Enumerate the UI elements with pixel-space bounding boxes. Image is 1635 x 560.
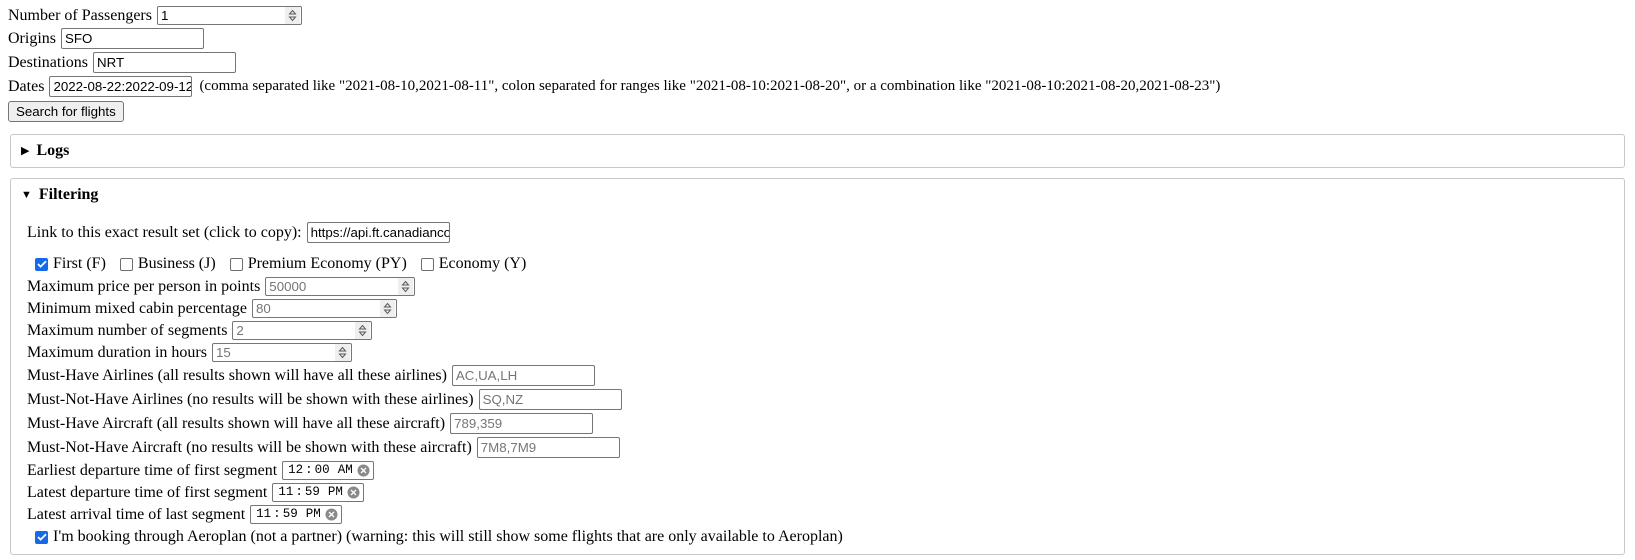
must-have-airlines-input[interactable]: AC,UA,LH <box>451 365 595 386</box>
must-have-aircraft-row: Must-Have Aircraft (all results shown wi… <box>27 413 1612 434</box>
max-duration-row: Maximum duration in hours 15 <box>27 343 1612 362</box>
cabin-label-premium-economy: Premium Economy (PY) <box>247 255 407 272</box>
clear-time-icon[interactable] <box>325 508 338 521</box>
cabin-label-first: First (F) <box>53 255 106 272</box>
latest-arrival-row: Latest arrival time of last segment 11 :… <box>27 505 1612 524</box>
passengers-stepper[interactable]: 1 <box>156 6 302 25</box>
must-have-aircraft-label: Must-Have Aircraft (all results shown wi… <box>27 414 446 432</box>
cabin-checkbox-premium-economy[interactable] <box>229 257 243 271</box>
cabin-label-economy: Economy (Y) <box>438 255 527 272</box>
origins-input[interactable]: SFO <box>61 28 204 49</box>
latest-departure-time-input[interactable]: 11 : 59 PM <box>272 483 364 502</box>
max-segments-input[interactable]: 2 <box>233 322 355 339</box>
filtering-panel-body: Link to this exact result set (click to … <box>11 208 1624 554</box>
minute-segment[interactable]: 00 <box>315 464 330 477</box>
origins-label: Origins <box>8 29 56 47</box>
max-duration-input[interactable]: 15 <box>213 344 335 361</box>
result-link-input[interactable]: https://api.ft.canadianco <box>306 222 450 243</box>
latest-arrival-label: Latest arrival time of last segment <box>27 505 246 523</box>
cabin-checkbox-economy[interactable] <box>420 257 434 271</box>
ampm-segment[interactable]: PM <box>306 508 321 521</box>
passengers-row: Number of Passengers 1 <box>8 6 1627 25</box>
filtering-panel: ▼ Filtering Link to this exact result se… <box>10 178 1625 555</box>
time-colon: : <box>295 485 303 500</box>
aeroplan-checkbox[interactable] <box>35 530 48 544</box>
aeroplan-row: I'm booking through Aeroplan (not a part… <box>35 528 1612 546</box>
cabin-checkbox-business[interactable] <box>119 257 133 271</box>
spinner-arrows-icon[interactable] <box>379 300 395 317</box>
filtering-panel-header[interactable]: ▼ Filtering <box>11 179 1624 208</box>
logs-panel-title: Logs <box>36 142 70 159</box>
spinner-arrows-icon[interactable] <box>284 7 300 24</box>
search-form: Number of Passengers 1 Origins SFO Desti… <box>8 6 1627 122</box>
must-not-have-airlines-label: Must-Not-Have Airlines (no results will … <box>27 390 474 408</box>
result-link-row: Link to this exact result set (click to … <box>27 222 1612 243</box>
ampm-segment[interactable]: AM <box>338 464 353 477</box>
dates-label: Dates <box>8 77 45 95</box>
chevron-right-icon[interactable]: ▶ <box>21 145 29 157</box>
must-not-have-aircraft-row: Must-Not-Have Aircraft (no results will … <box>27 437 1612 458</box>
max-price-input[interactable]: 50000 <box>266 278 398 295</box>
cabin-checkbox-first[interactable] <box>35 257 48 271</box>
max-price-row: Maximum price per person in points 50000 <box>27 277 1612 296</box>
minute-segment[interactable]: 59 <box>305 486 320 499</box>
latest-arrival-time-input[interactable]: 11 : 59 PM <box>250 505 342 524</box>
max-duration-label: Maximum duration in hours <box>27 343 207 361</box>
min-mixed-cabin-label: Minimum mixed cabin percentage <box>27 299 247 317</box>
spinner-arrows-icon[interactable] <box>398 278 414 295</box>
latest-departure-label: Latest departure time of first segment <box>27 483 268 501</box>
clear-time-icon[interactable] <box>347 486 360 499</box>
cabin-label-business: Business (J) <box>137 255 216 272</box>
destinations-label: Destinations <box>8 53 88 71</box>
max-segments-label: Maximum number of segments <box>27 321 228 339</box>
time-colon: : <box>273 507 281 522</box>
hour-segment[interactable]: 11 <box>278 486 293 499</box>
max-segments-stepper[interactable]: 2 <box>232 321 373 340</box>
earliest-departure-time-input[interactable]: 12 : 00 AM <box>282 461 374 480</box>
ampm-segment[interactable]: PM <box>328 486 343 499</box>
hour-segment[interactable]: 12 <box>288 464 303 477</box>
must-not-have-aircraft-input[interactable]: 7M8,7M9 <box>476 437 620 458</box>
passengers-label: Number of Passengers <box>8 6 152 24</box>
max-price-stepper[interactable]: 50000 <box>265 277 416 296</box>
must-not-have-aircraft-label: Must-Not-Have Aircraft (no results will … <box>27 438 472 456</box>
flight-search-page: Number of Passengers 1 Origins SFO Desti… <box>0 0 1635 555</box>
time-colon: : <box>305 463 313 478</box>
max-duration-stepper[interactable]: 15 <box>211 343 352 362</box>
logs-panel-header[interactable]: ▶ Logs <box>11 135 1624 167</box>
logs-panel: ▶ Logs <box>10 134 1625 168</box>
hour-segment[interactable]: 11 <box>256 508 271 521</box>
search-for-flights-button[interactable]: Search for flights <box>8 101 124 122</box>
cabin-class-checkbox-group: First (F) Business (J) Premium Economy (… <box>35 255 1612 273</box>
submit-row: Search for flights <box>8 101 1627 122</box>
must-have-airlines-label: Must-Have Airlines (all results shown wi… <box>27 366 447 384</box>
must-have-aircraft-input[interactable]: 789,359 <box>450 413 594 434</box>
filtering-panel-title: Filtering <box>38 186 99 203</box>
clear-time-icon[interactable] <box>357 464 370 477</box>
must-not-have-airlines-row: Must-Not-Have Airlines (no results will … <box>27 389 1612 410</box>
earliest-departure-label: Earliest departure time of first segment <box>27 461 278 479</box>
passengers-value[interactable]: 1 <box>158 7 285 24</box>
result-link-label: Link to this exact result set (click to … <box>27 223 302 241</box>
must-have-airlines-row: Must-Have Airlines (all results shown wi… <box>27 365 1612 386</box>
dates-row: Dates 2022-08-22:2022-09-12 (comma separ… <box>8 76 1627 97</box>
destinations-input[interactable]: NRT <box>93 52 236 73</box>
dates-input[interactable]: 2022-08-22:2022-09-12 <box>49 76 193 97</box>
must-not-have-airlines-input[interactable]: SQ,NZ <box>478 389 622 410</box>
spinner-arrows-icon[interactable] <box>355 322 371 339</box>
dates-format-hint: (comma separated like "2021-08-10,2021-0… <box>199 78 1221 94</box>
latest-departure-row: Latest departure time of first segment 1… <box>27 483 1612 502</box>
min-mixed-cabin-stepper[interactable]: 80 <box>251 299 397 318</box>
spinner-arrows-icon[interactable] <box>334 344 350 361</box>
min-mixed-cabin-input[interactable]: 80 <box>253 300 380 317</box>
min-mixed-cabin-row: Minimum mixed cabin percentage 80 <box>27 299 1612 318</box>
chevron-down-icon[interactable]: ▼ <box>21 189 32 201</box>
destinations-row: Destinations NRT <box>8 52 1627 73</box>
earliest-departure-row: Earliest departure time of first segment… <box>27 461 1612 480</box>
max-price-label: Maximum price per person in points <box>27 277 261 295</box>
minute-segment[interactable]: 59 <box>283 508 298 521</box>
aeroplan-label: I'm booking through Aeroplan (not a part… <box>53 528 843 545</box>
origins-row: Origins SFO <box>8 28 1627 49</box>
max-segments-row: Maximum number of segments 2 <box>27 321 1612 340</box>
